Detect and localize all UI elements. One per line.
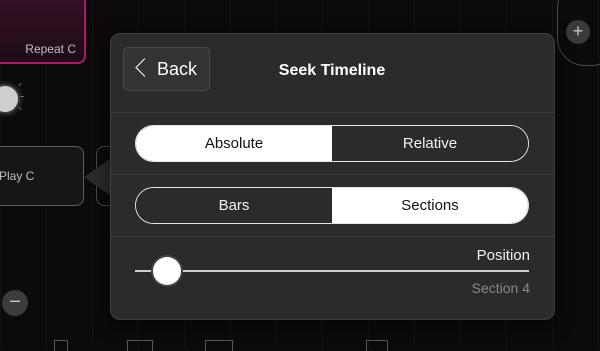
popover-title: Seek Timeline	[278, 62, 386, 79]
knob-tick	[20, 96, 24, 97]
segment-bars[interactable]: Bars	[136, 188, 332, 223]
segment-relative[interactable]: Relative	[332, 126, 528, 161]
back-label: Back	[157, 59, 198, 79]
position-row: Position Section 4	[111, 237, 554, 303]
segment-absolute[interactable]: Absolute	[136, 126, 332, 161]
toolbar-icon[interactable]	[54, 340, 68, 351]
plus-button[interactable]: +	[566, 20, 590, 44]
play-c-label: Play C	[0, 169, 35, 183]
seek-timeline-popover: Back Seek Timeline Absolute Relative Bar…	[110, 33, 555, 320]
unit-row: Bars Sections	[111, 175, 554, 237]
popover-header: Back Seek Timeline	[111, 34, 554, 113]
back-button[interactable]: Back	[123, 47, 210, 91]
segment-sections[interactable]: Sections	[332, 188, 528, 223]
minus-button[interactable]: −	[2, 290, 28, 316]
popover-arrow	[84, 158, 111, 196]
chevron-left-icon	[135, 58, 154, 77]
grid-icon[interactable]	[205, 340, 233, 351]
repeat-c-pad[interactable]: Repeat C	[0, 0, 86, 64]
unit-segmented-control: Bars Sections	[135, 187, 529, 224]
play-c-pad[interactable]: Play C	[0, 146, 84, 206]
repeat-c-label: Repeat C	[25, 42, 76, 56]
position-slider-knob[interactable]	[152, 257, 181, 285]
toolbar-icon[interactable]	[127, 340, 153, 351]
mode-row: Absolute Relative	[111, 113, 554, 175]
position-value: Section 4	[471, 280, 530, 296]
position-label: Position	[476, 247, 530, 264]
toolbar-icon[interactable]	[366, 340, 388, 351]
mode-segmented-control: Absolute Relative	[135, 125, 529, 162]
position-slider-track[interactable]	[135, 270, 529, 272]
